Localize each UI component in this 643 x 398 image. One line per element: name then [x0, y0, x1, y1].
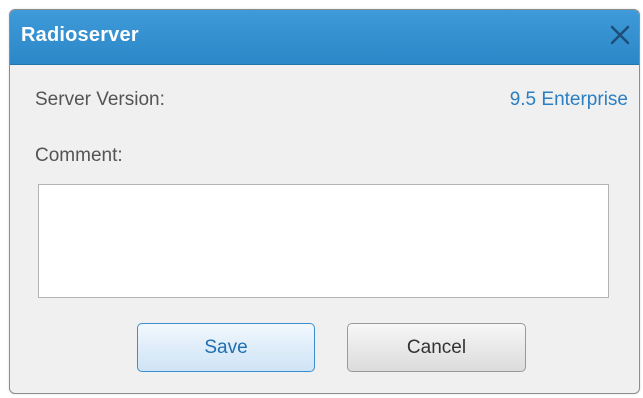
- comment-field[interactable]: [38, 184, 609, 298]
- comment-label: Comment:: [35, 145, 123, 166]
- save-button[interactable]: Save: [137, 323, 315, 372]
- cancel-button[interactable]: Cancel: [347, 323, 526, 372]
- dialog-title: Radioserver: [21, 24, 139, 46]
- server-version-value: 9.5 Enterprise: [509, 89, 628, 110]
- server-version-label: Server Version:: [35, 89, 165, 110]
- radioserver-dialog: Radioserver Server Version: 9.5 Enterpri…: [9, 9, 640, 394]
- close-button[interactable]: [605, 20, 635, 50]
- title-bar[interactable]: Radioserver: [10, 10, 639, 65]
- close-icon: [610, 25, 630, 45]
